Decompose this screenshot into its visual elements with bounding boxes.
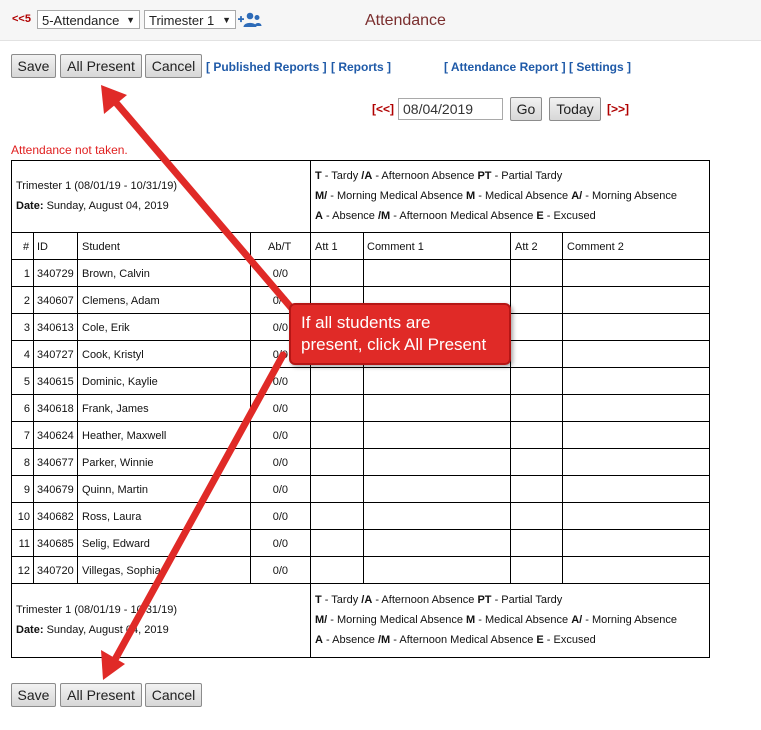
arrow-to-top-button — [108, 94, 304, 322]
arrow-to-bottom-button — [108, 351, 287, 669]
callout-line: present, click All Present — [301, 335, 487, 354]
callout-line: If all students are — [301, 313, 431, 332]
annotation-arrows — [101, 85, 304, 680]
instruction-callout: If all students are present, click All P… — [289, 303, 511, 365]
